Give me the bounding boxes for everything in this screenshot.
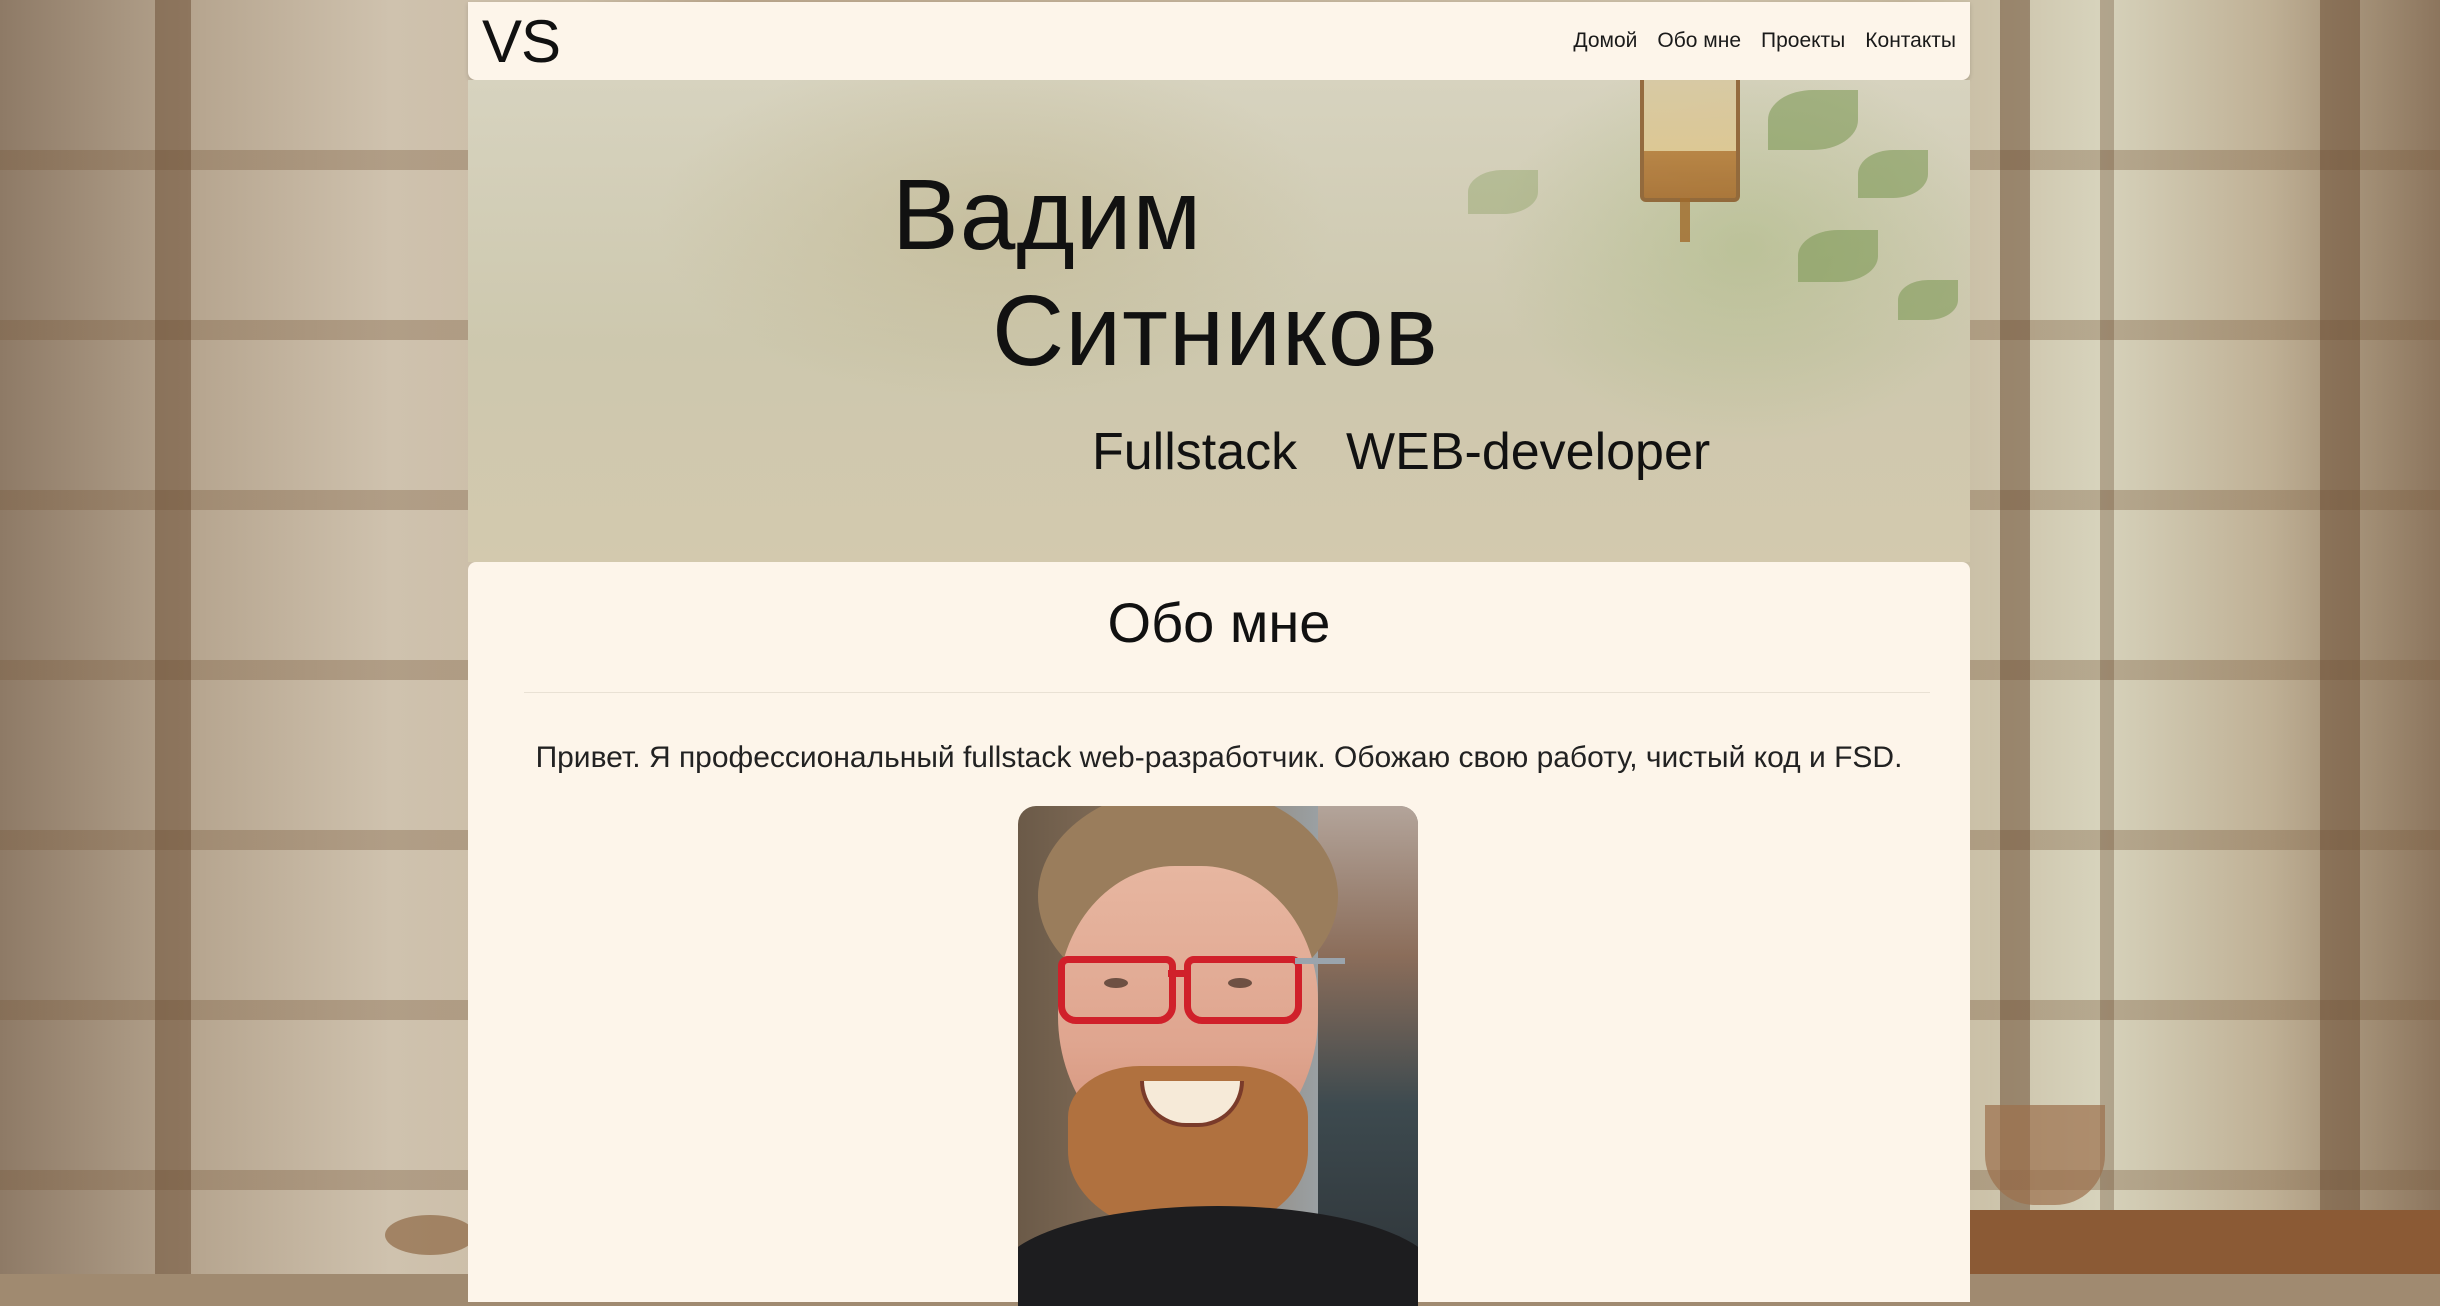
section-divider xyxy=(524,692,1930,693)
window-post-right xyxy=(2000,0,2030,1274)
leaf-decoration xyxy=(1768,90,1858,150)
cafe-table xyxy=(1960,1210,2440,1274)
glasses-bridge xyxy=(1168,970,1186,977)
hero-first-name: Вадим xyxy=(892,159,1203,271)
lantern-tassel xyxy=(1680,198,1690,242)
glasses-temple xyxy=(1295,958,1345,964)
leaf-decoration xyxy=(1898,280,1958,320)
about-section: Обо мне Привет. Я профессиональный fulls… xyxy=(468,562,1970,1306)
leaf-decoration xyxy=(1468,170,1538,214)
window-post-far-right xyxy=(2320,0,2360,1274)
glasses-lens-right xyxy=(1184,956,1302,1024)
glasses-lens-left xyxy=(1058,956,1176,1024)
coffee-cup xyxy=(1985,1105,2105,1205)
nav-link-projects[interactable]: Проекты xyxy=(1761,29,1845,53)
window-post-thin xyxy=(2100,0,2114,1274)
nav-link-about[interactable]: Обо мне xyxy=(1657,29,1741,53)
leaf-decoration xyxy=(1798,230,1878,282)
profile-photo xyxy=(1018,806,1418,1306)
nav-links: Домой Обо мне Проекты Контакты xyxy=(1573,29,1956,53)
about-text: Привет. Я профессиональный fullstack web… xyxy=(535,741,1903,774)
leaf-decoration xyxy=(1858,150,1928,198)
navbar: VS Домой Обо мне Проекты Контакты xyxy=(468,2,1970,80)
saucer xyxy=(385,1215,475,1255)
hero-section: Вадим Ситников Fullstack WEB-developer xyxy=(468,80,1970,562)
hero-role: Fullstack WEB-developer xyxy=(1092,423,1711,481)
nav-link-home[interactable]: Домой xyxy=(1573,29,1637,53)
main-column: VS Домой Обо мне Проекты Контакты Вадим … xyxy=(468,0,1970,1306)
hero-last-name: Ситников xyxy=(992,275,1439,387)
about-title: Обо мне xyxy=(1107,591,1331,654)
lantern-icon xyxy=(1640,80,1740,202)
site-logo[interactable]: VS xyxy=(482,8,561,76)
nav-link-contacts[interactable]: Контакты xyxy=(1865,29,1956,53)
window-post-left xyxy=(155,0,191,1274)
